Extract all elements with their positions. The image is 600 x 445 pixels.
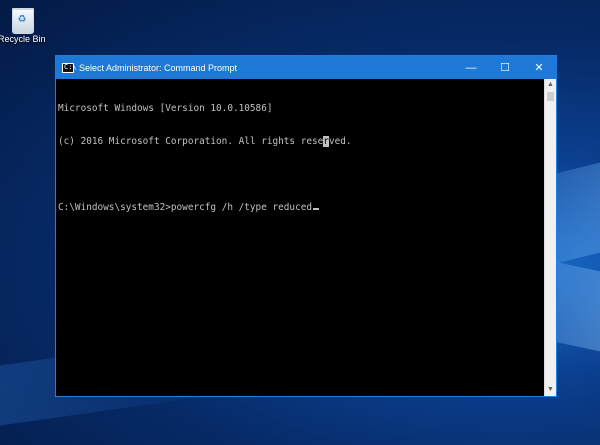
vertical-scrollbar[interactable]: ▲ ▼ <box>544 79 556 396</box>
window-title: Select Administrator: Command Prompt <box>79 62 238 73</box>
scroll-down-arrow-icon[interactable]: ▼ <box>545 384 556 396</box>
text-cursor <box>313 208 319 210</box>
console-prompt: C:\Windows\system32> <box>58 202 171 213</box>
console-line: Microsoft Windows [Version 10.0.10586] <box>58 103 273 114</box>
console-line: (c) 2016 Microsoft Corporation. All righ… <box>58 136 542 147</box>
desktop-icon-recycle-bin[interactable]: ♻ Recycle Bin <box>0 0 46 44</box>
console-output[interactable]: Microsoft Windows [Version 10.0.10586] (… <box>58 81 542 396</box>
console-command: powercfg /h /type reduced <box>170 202 312 213</box>
recycle-bin-icon: ♻ <box>9 4 35 34</box>
scroll-up-arrow-icon[interactable]: ▲ <box>545 79 556 91</box>
command-prompt-window[interactable]: C:\ Select Administrator: Command Prompt… <box>55 55 557 397</box>
minimize-button[interactable]: — <box>454 56 488 79</box>
close-button[interactable]: ✕ <box>522 56 556 79</box>
command-prompt-icon: C:\ <box>62 62 77 73</box>
console-text: ved. <box>328 136 352 147</box>
recycle-bin-label: Recycle Bin <box>0 34 46 44</box>
maximize-button[interactable]: ☐ <box>488 56 522 79</box>
console-command-line[interactable]: C:\Windows\system32>powercfg /h /type re… <box>58 202 542 213</box>
scroll-thumb[interactable] <box>547 92 554 101</box>
console-text: (c) 2016 Microsoft Corporation. All righ… <box>58 136 324 147</box>
window-titlebar[interactable]: C:\ Select Administrator: Command Prompt… <box>56 56 556 79</box>
